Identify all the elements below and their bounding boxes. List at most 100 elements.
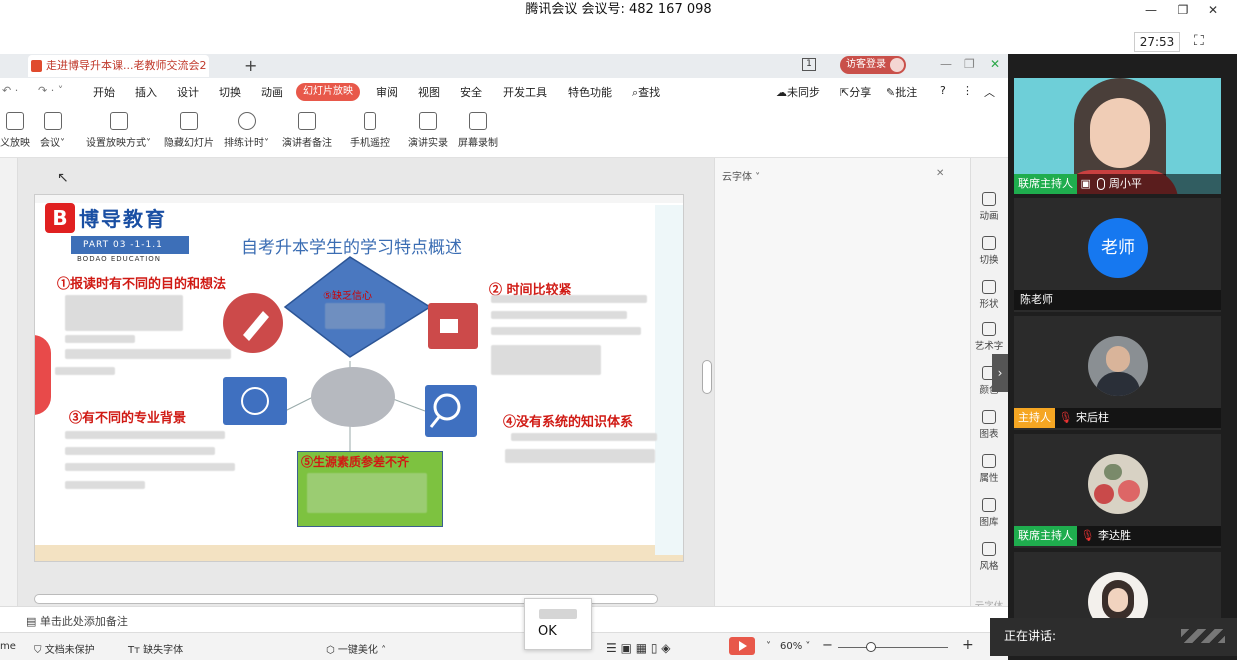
camera-icon xyxy=(419,112,437,130)
participant-name: 陈老师 xyxy=(1020,293,1053,306)
collapse-panel-arrow-icon[interactable]: › xyxy=(992,354,1008,392)
decor-top xyxy=(35,195,683,203)
share-button[interactable]: ⇱分享 xyxy=(840,84,871,100)
menu-slideshow[interactable]: 幻灯片放映 xyxy=(296,83,360,101)
vertical-scrollbar[interactable] xyxy=(702,360,712,394)
blurred-text xyxy=(65,447,215,455)
menu-security[interactable]: 安全 xyxy=(460,84,482,100)
sidebar-shape[interactable]: 形状 xyxy=(972,280,1006,310)
cohost-badge: 联席主持人 xyxy=(1014,526,1077,546)
guest-login-button[interactable]: 访客登录 xyxy=(840,56,906,74)
help-icon[interactable]: ? xyxy=(940,84,946,97)
menu-review[interactable]: 审阅 xyxy=(376,84,398,100)
participant-name-bar: 陈老师 xyxy=(1014,290,1221,310)
undo-icon[interactable]: ↶ · xyxy=(2,84,18,97)
meeting-button[interactable]: 会议˅ xyxy=(40,112,65,149)
gauge-tile xyxy=(223,377,287,425)
setup-icon xyxy=(109,112,128,130)
document-tab[interactable]: 走进博导升本课...老教师交流会2 xyxy=(28,55,209,77)
sidebar-gallery[interactable]: 图库 xyxy=(972,498,1006,528)
restore-icon[interactable]: ❐ xyxy=(1174,2,1192,18)
logo-icon: B xyxy=(45,203,75,233)
slide-thumbnail-pane[interactable] xyxy=(0,158,18,606)
missing-font-status[interactable]: Tт 缺失字体 xyxy=(128,641,183,656)
fullscreen-icon[interactable]: ⛶ xyxy=(1194,33,1204,49)
close-icon[interactable]: ✕ xyxy=(1204,2,1222,18)
user-avatar-icon xyxy=(890,58,904,72)
setup-show-button[interactable]: 设置放映方式˅ xyxy=(86,112,151,149)
mouse-cursor-icon: ↖ xyxy=(57,170,69,186)
participant-name-bar: 联席主持人 🎙 李达胜 xyxy=(1014,526,1221,546)
beautify-button[interactable]: ⬡ 一键美化 ˄ xyxy=(326,641,386,656)
minimize-icon[interactable]: — xyxy=(1142,2,1160,18)
phone-icon xyxy=(364,112,376,130)
new-tab-icon[interactable]: + xyxy=(244,56,257,75)
zoom-in-icon[interactable]: + xyxy=(962,637,974,653)
menu-features[interactable]: 特色功能 xyxy=(568,84,612,100)
wps-close-icon[interactable]: ✕ xyxy=(990,57,1000,71)
screen-share-icon: ▣ xyxy=(1080,177,1091,190)
participant-face xyxy=(1090,98,1150,168)
meeting-timer: 27:53 xyxy=(1134,32,1180,52)
record-speech-button[interactable]: 演讲实录 xyxy=(408,112,448,149)
redo-icon[interactable]: ↷ · ˅ xyxy=(38,84,63,97)
doc-protect-status[interactable]: ⛉ 文档未保护 xyxy=(34,641,95,656)
center-ellipse xyxy=(311,367,395,427)
cloud-font-title[interactable]: 云字体 ˅ xyxy=(722,168,760,183)
speaker-notes-button[interactable]: 演讲者备注 xyxy=(282,112,332,149)
zoom-slider-handle[interactable] xyxy=(866,642,876,652)
custom-show-button[interactable]: 义放映 xyxy=(0,112,30,149)
slide-canvas[interactable]: B 博导教育 PART 03 -1-1.1 BODAO EDUCATION 自考… xyxy=(34,194,684,562)
participant-tile[interactable] xyxy=(1014,552,1221,618)
participant-tile-cohost[interactable]: 联席主持人 🎙 李达胜 xyxy=(1014,434,1221,548)
sidebar-chart[interactable]: 图表 xyxy=(972,410,1006,440)
avatar xyxy=(1088,572,1148,618)
menu-insert[interactable]: 插入 xyxy=(135,84,157,100)
play-slideshow-button[interactable] xyxy=(729,637,755,655)
menu-animation[interactable]: 动画 xyxy=(261,84,283,100)
rehearse-timing-button[interactable]: 排练计时˅ xyxy=(224,112,269,149)
cloud-icon: ☁ xyxy=(776,86,787,99)
popup-ok-text[interactable]: OK xyxy=(538,624,557,639)
sidebar-transition[interactable]: 切换 xyxy=(972,236,1006,266)
menu-home[interactable]: 开始 xyxy=(93,84,115,100)
zoom-level[interactable]: 60% ˅ xyxy=(780,641,810,652)
participant-tile-video[interactable]: 联席主持人 ▣ 周小平 xyxy=(1014,78,1221,194)
menu-view[interactable]: 视图 xyxy=(418,84,440,100)
sidebar-wordart[interactable]: 艺术字 xyxy=(972,322,1006,352)
view-mode-icons[interactable]: ☰ ▣ ▦ ▯ ◈ xyxy=(606,641,671,655)
shield-icon: ⛉ xyxy=(34,645,42,656)
notes-bar[interactable]: ▤ 单击此处添加备注 xyxy=(0,606,1008,632)
properties-icon xyxy=(982,454,996,468)
participant-tile-host[interactable]: 主持人 🎙 宋后柱 xyxy=(1014,316,1221,430)
screen-record-button[interactable]: 屏幕录制 xyxy=(458,112,498,149)
comment-button[interactable]: ✎批注 xyxy=(886,84,917,100)
zoom-slider-track[interactable] xyxy=(838,647,948,648)
part-label: PART 03 -1-1.1 xyxy=(71,236,189,254)
phone-remote-button[interactable]: 手机遥控 xyxy=(350,112,390,149)
play-dropdown-icon[interactable]: ˅ xyxy=(766,641,771,652)
participant-tile-avatar[interactable]: 老师 陈老师 xyxy=(1014,198,1221,312)
zoom-out-icon[interactable]: − xyxy=(822,638,833,653)
meeting-title-bar: 腾讯会议 会议号: 482 167 098 xyxy=(0,0,1237,22)
menu-developer[interactable]: 开发工具 xyxy=(503,84,547,100)
blurred-text xyxy=(491,311,627,319)
sidebar-properties[interactable]: 属性 xyxy=(972,454,1006,484)
menu-transition[interactable]: 切换 xyxy=(219,84,241,100)
pane-close-icon[interactable]: ✕ xyxy=(936,168,944,179)
wps-restore-icon[interactable]: ❐ xyxy=(964,57,975,71)
collapse-ribbon-icon[interactable]: ︿ xyxy=(984,84,995,100)
sidebar-animation[interactable]: 动画 xyxy=(972,192,1006,222)
tooltip-popup xyxy=(524,598,592,650)
wps-presentation-icon xyxy=(31,60,42,72)
sidebar-style[interactable]: 风格 xyxy=(972,542,1006,572)
speaker-wave-icon xyxy=(1181,629,1225,643)
blurred-text xyxy=(65,295,183,331)
wps-minimize-icon[interactable]: — xyxy=(940,57,952,71)
hide-slide-button[interactable]: 隐藏幻灯片 xyxy=(164,112,214,149)
sync-status[interactable]: ☁未同步 xyxy=(776,84,820,100)
search-menu[interactable]: ⌕查找 xyxy=(632,84,660,100)
more-icon[interactable]: ⋮ xyxy=(962,84,973,97)
menu-design[interactable]: 设计 xyxy=(177,84,199,100)
shape-icon xyxy=(982,280,996,294)
